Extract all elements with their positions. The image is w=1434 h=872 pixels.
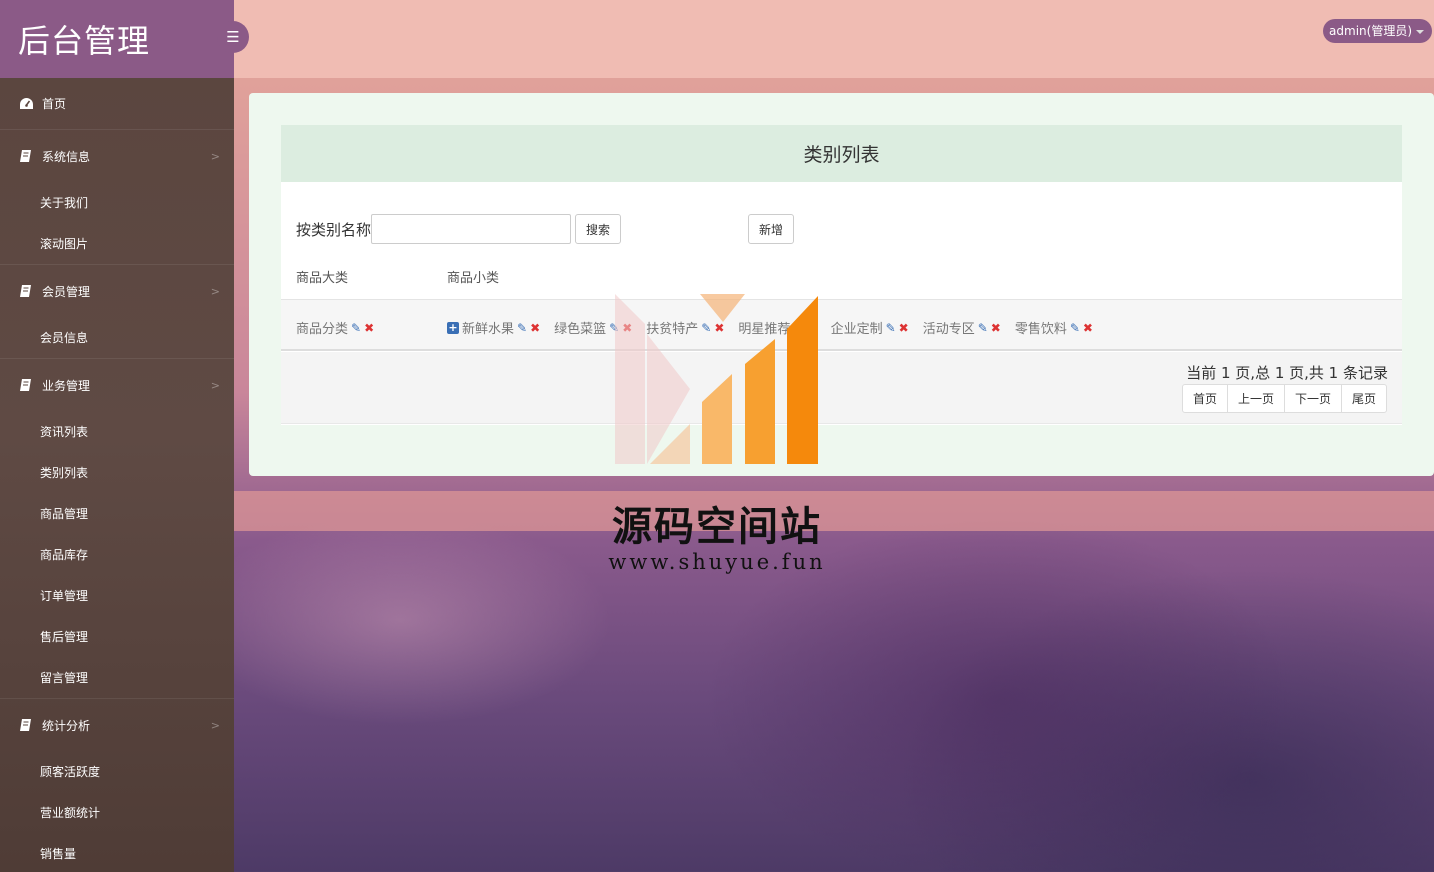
watermark-url: www.shuyue.fun <box>608 550 826 574</box>
pencil-icon[interactable]: ✎ <box>351 321 361 335</box>
column-header-minor: 商品小类 <box>447 271 500 286</box>
prev-page-button[interactable]: 上一页 <box>1226 384 1285 413</box>
search-input[interactable] <box>371 214 572 244</box>
watermark-logo <box>615 294 818 464</box>
panel-title: 类别列表 <box>281 125 1402 182</box>
pencil-icon[interactable]: ✎ <box>517 321 527 335</box>
chevron-right-icon: > <box>210 284 220 298</box>
pagination-area: 当前 1 页,总 1 页,共 1 条记录 首页 上一页 下一页 尾页 <box>281 352 1402 424</box>
list-item: 活动专区 ✎ ✖ <box>922 318 1001 338</box>
book-icon <box>18 718 34 732</box>
pencil-icon[interactable]: ✎ <box>886 321 896 335</box>
sidebar-toggle-button[interactable]: ☰ <box>217 21 249 53</box>
sidebar-item-business-management[interactable]: 业务管理 > <box>0 359 234 411</box>
sidebar-group-business: 业务管理 > 资讯列表 类别列表 商品管理 商品库存 订单管理 售后管理 留言管… <box>0 359 234 699</box>
sidebar-item-category-list[interactable]: 类别列表 <box>0 452 234 493</box>
last-page-button[interactable]: 尾页 <box>1340 384 1387 413</box>
delete-icon[interactable]: ✖ <box>899 321 909 335</box>
search-button[interactable]: 搜索 <box>575 214 622 244</box>
brand-title: 后台管理 <box>18 22 151 60</box>
book-icon <box>18 149 34 163</box>
minor-category-label: 绿色菜篮 <box>554 322 607 337</box>
table-row: 商品分类 ✎ ✖ + 新鲜水果 ✎ ✖ 绿色菜篮 ✎ ✖ 扶贫特产 ✎ <box>281 299 1402 351</box>
delete-icon[interactable]: ✖ <box>991 321 1001 335</box>
chevron-right-icon: > <box>210 718 220 732</box>
delete-icon[interactable]: ✖ <box>530 321 540 335</box>
book-icon <box>18 378 34 392</box>
sidebar-item-sales-volume[interactable]: 销售量 <box>0 833 234 872</box>
user-menu-button[interactable]: admin(管理员) <box>1323 19 1432 43</box>
sidebar-item-label: 会员管理 <box>42 284 91 299</box>
pencil-icon[interactable]: ✎ <box>1070 321 1080 335</box>
sidebar-group-system: 系统信息 > 关于我们 滚动图片 <box>0 130 234 265</box>
sidebar-item-news-list[interactable]: 资讯列表 <box>0 411 234 452</box>
content-card: 类别列表 按类别名称 搜索 新增 商品大类 商品小类 商品分类 ✎ ✖ + 新鲜… <box>249 93 1434 476</box>
first-page-button[interactable]: 首页 <box>1181 384 1228 413</box>
sidebar-item-member-management[interactable]: 会员管理 > <box>0 265 234 317</box>
major-category-label: 商品分类 <box>296 322 349 337</box>
sidebar-group-members: 会员管理 > 会员信息 <box>0 265 234 359</box>
minor-category-label: 企业定制 <box>830 322 883 337</box>
sidebar-item-label: 首页 <box>42 97 67 111</box>
category-panel: 类别列表 按类别名称 搜索 新增 商品大类 商品小类 商品分类 ✎ ✖ + 新鲜… <box>281 125 1402 425</box>
chevron-right-icon: > <box>210 149 220 163</box>
pagination: 首页 上一页 下一页 尾页 <box>1181 384 1387 413</box>
search-form: 按类别名称 搜索 <box>296 214 622 244</box>
sidebar-item-label: 系统信息 <box>42 149 91 164</box>
sidebar-item-revenue[interactable]: 营业额统计 <box>0 792 234 833</box>
sidebar-item-member-info[interactable]: 会员信息 <box>0 317 234 358</box>
sidebar-item-orders[interactable]: 订单管理 <box>0 575 234 616</box>
dashboard-icon <box>18 97 34 111</box>
menu-icon: ☰ <box>226 28 240 46</box>
sidebar-item-inventory[interactable]: 商品库存 <box>0 534 234 575</box>
background-stripe <box>234 491 1434 531</box>
list-item: 新鲜水果 ✎ ✖ <box>462 318 540 338</box>
sidebar-item-banner[interactable]: 滚动图片 <box>0 223 234 264</box>
minor-category-label: 零售饮料 <box>1014 322 1067 337</box>
chevron-right-icon: > <box>210 378 220 392</box>
user-label: admin(管理员) <box>1329 24 1412 38</box>
sidebar-item-about[interactable]: 关于我们 <box>0 182 234 223</box>
sidebar-item-system-info[interactable]: 系统信息 > <box>0 130 234 182</box>
sidebar-item-after-sales[interactable]: 售后管理 <box>0 616 234 657</box>
sidebar-item-statistics[interactable]: 统计分析 > <box>0 699 234 751</box>
minor-category-label: 新鲜水果 <box>462 322 515 337</box>
add-button[interactable]: 新增 <box>748 214 795 244</box>
major-category-cell: 商品分类 ✎ ✖ <box>296 318 374 338</box>
plus-square-icon[interactable]: + <box>447 321 459 334</box>
pencil-icon[interactable]: ✎ <box>978 321 988 335</box>
list-item: 企业定制 ✎ ✖ <box>830 318 909 338</box>
brand-header: 后台管理 <box>0 0 234 78</box>
sidebar-item-label: 统计分析 <box>42 718 91 733</box>
sidebar-item-messages[interactable]: 留言管理 <box>0 657 234 698</box>
search-label: 按类别名称 <box>296 220 372 239</box>
top-bar: admin(管理员) <box>234 0 1434 78</box>
delete-icon[interactable]: ✖ <box>1083 321 1093 335</box>
next-page-button[interactable]: 下一页 <box>1283 384 1342 413</box>
sidebar-group-statistics: 统计分析 > 顾客活跃度 营业额统计 销售量 <box>0 699 234 872</box>
pagination-info: 当前 1 页,总 1 页,共 1 条记录 <box>1186 364 1388 382</box>
caret-down-icon <box>1416 30 1424 34</box>
book-icon <box>18 284 34 298</box>
sidebar-item-home[interactable]: 首页 <box>0 78 234 130</box>
sidebar-item-products[interactable]: 商品管理 <box>0 493 234 534</box>
list-item: 零售饮料 ✎ ✖ <box>1014 318 1093 338</box>
delete-icon[interactable]: ✖ <box>364 321 374 335</box>
sidebar: 后台管理 首页 系统信息 > 关于我们 滚动图片 会员管理 > 会员信息 业务管… <box>0 0 234 872</box>
watermark-title: 源码空间站 <box>612 504 822 550</box>
sidebar-item-customer-activity[interactable]: 顾客活跃度 <box>0 751 234 792</box>
column-header-major: 商品大类 <box>296 271 349 286</box>
sidebar-item-label: 业务管理 <box>42 378 91 393</box>
minor-category-label: 活动专区 <box>922 322 975 337</box>
